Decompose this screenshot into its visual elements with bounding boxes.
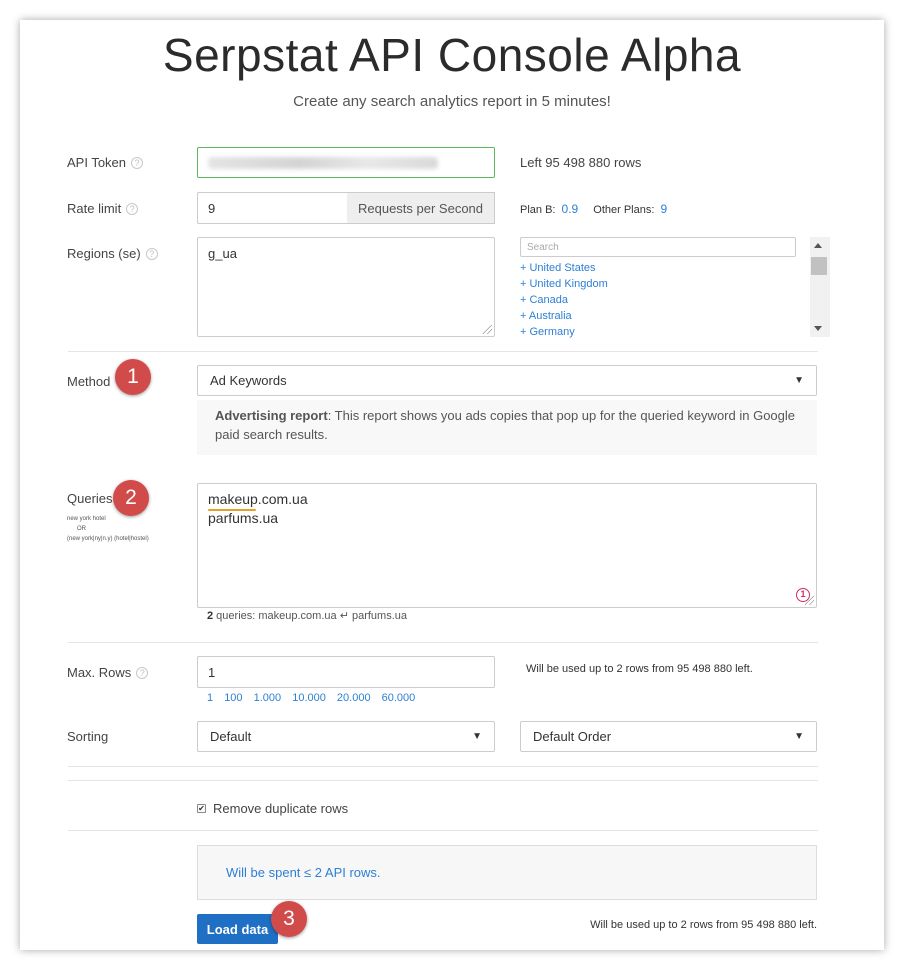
help-icon[interactable]: ? [131,157,144,169]
divider [68,642,818,643]
redacted-token [208,156,438,169]
other-plans-value: 9 [660,202,668,216]
method-label: Method [67,374,111,389]
divider [68,780,818,781]
max-rows-label: Max. Rows? [67,665,149,680]
quick-value-link[interactable]: 20.000 [337,692,371,704]
max-rows-note: Will be used up to 2 rows from 95 498 88… [526,663,753,675]
max-rows-input[interactable]: 1 [197,656,495,688]
scroll-down-icon[interactable] [814,326,822,331]
resize-handle[interactable] [805,596,814,605]
quick-value-link[interactable]: 10.000 [292,692,326,704]
regions-label: Regions (se)? [67,246,158,261]
queries-hint: new york hotel OR (new york|ny|n.y) (hot… [67,516,149,542]
api-token-input[interactable] [197,147,495,178]
load-data-button[interactable]: Load data [197,914,278,944]
region-item[interactable]: + Germany [520,324,800,338]
console-frame: Serpstat API Console Alpha Create any se… [20,20,884,950]
regions-textarea[interactable]: g_ua [197,237,495,337]
region-item[interactable]: + United States [520,260,800,276]
chevron-down-icon: ▼ [794,375,804,386]
quick-value-link[interactable]: 60.000 [382,692,416,704]
footer-note: Will be used up to 2 rows from 95 498 88… [590,919,817,931]
step-badge-1: 1 [115,359,151,395]
rows-left-text: Left 95 498 880 rows [520,155,642,170]
sort-field-select[interactable]: Default ▼ [197,721,495,752]
help-icon[interactable]: ? [145,248,158,260]
page-title: Serpstat API Console Alpha [162,29,742,81]
divider [68,351,818,352]
divider [68,766,818,767]
remove-duplicates-checkbox[interactable]: ✔ [197,804,206,813]
method-select[interactable]: Ad Keywords ▼ [197,365,817,396]
region-item[interactable]: + United Kingdom [520,276,800,292]
help-icon[interactable]: ? [126,203,139,215]
method-description: Advertising report: This report shows yo… [197,400,817,455]
plan-b-value: 0.9 [561,202,579,216]
step-badge-2: 2 [113,480,149,516]
queries-label: Queries [67,491,113,506]
chevron-down-icon: ▼ [472,731,482,742]
remove-duplicates-label[interactable]: Remove duplicate rows [213,801,348,816]
region-list: + United States + United Kingdom + Canad… [520,260,800,338]
divider [68,830,818,831]
rate-limit-input[interactable]: 9 [197,192,348,224]
sort-order-select[interactable]: Default Order ▼ [520,721,817,752]
region-item[interactable]: + Australia [520,308,800,324]
region-list-scrollbar[interactable] [810,237,830,337]
page-subtitle: Create any search analytics report in 5 … [293,93,611,110]
queries-textarea[interactable]: makeup.com.ua parfums.ua 1 [197,483,817,608]
region-item[interactable]: + Canada [520,292,800,308]
resize-handle[interactable] [483,325,492,334]
api-token-label: API Token? [67,155,144,170]
plan-limits: Plan B: 0.9 Other Plans: 9 [520,202,668,216]
quick-value-link[interactable]: 100 [224,692,242,704]
spellcheck-underline [208,509,256,511]
quick-value-link[interactable]: 1.000 [254,692,282,704]
chevron-down-icon: ▼ [794,731,804,742]
quick-value-link[interactable]: 1 [207,692,213,704]
help-icon[interactable]: ? [136,667,149,679]
query-line: parfums.ua [208,510,279,526]
step-badge-3: 3 [271,901,307,937]
rate-limit-unit: Requests per Second [347,192,495,224]
region-search-input[interactable]: Search [520,237,796,257]
scroll-up-icon[interactable] [814,243,822,248]
queries-summary: 2 queries: makeup.com.ua ↵ parfums.ua [207,610,407,622]
sorting-label: Sorting [67,729,109,744]
scroll-thumb[interactable] [811,257,827,275]
api-rows-estimate: Will be spent ≤ 2 API rows. [197,845,817,900]
quick-row-values: 1 100 1.000 10.000 20.000 60.000 [207,692,423,704]
query-line: makeup.com.ua [208,491,308,507]
rate-limit-label: Rate limit? [67,201,139,216]
